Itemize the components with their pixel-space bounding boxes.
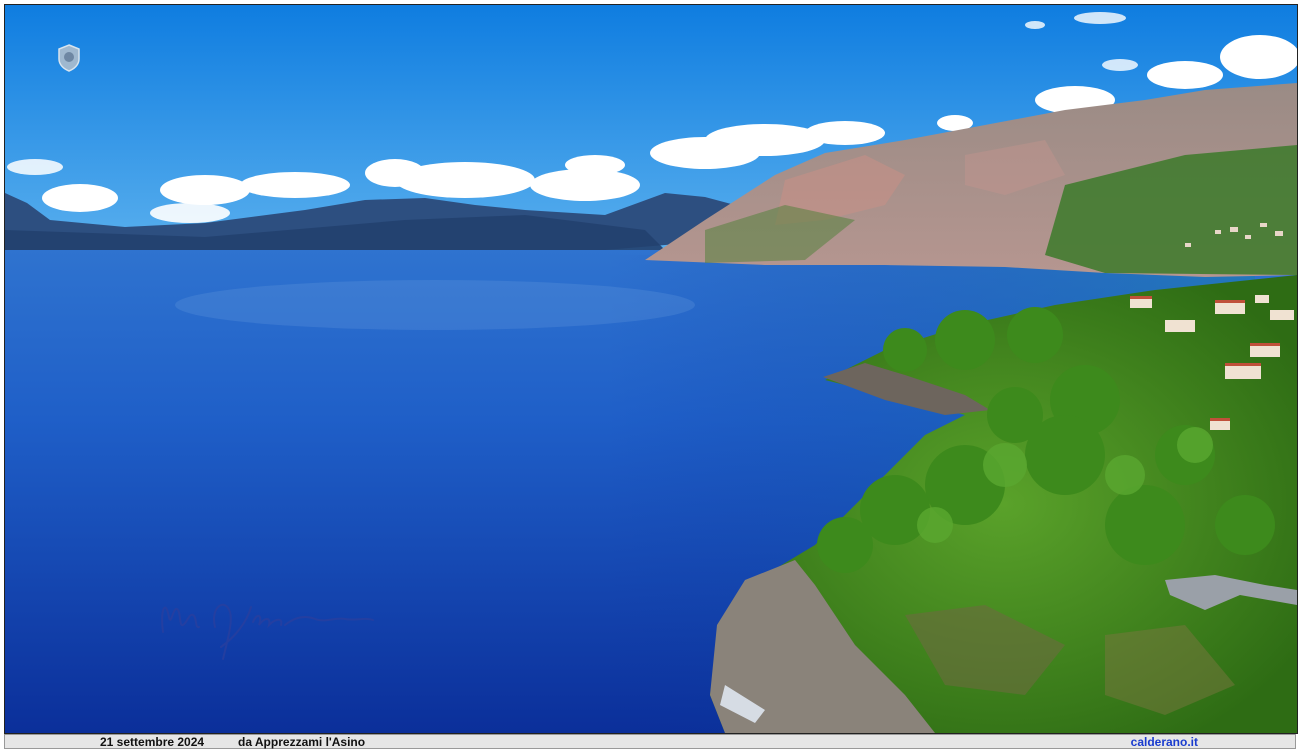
caption-date: 21 settembre 2024: [100, 735, 205, 749]
signature-watermark: [161, 603, 374, 660]
caption-bar: 21 settembre 2024 da Apprezzami l'Asino …: [4, 734, 1296, 749]
seal-logo: [58, 44, 80, 72]
caption-title: da Apprezzami l'Asino: [238, 735, 366, 749]
photo-frame: 21 settembre 2024 da Apprezzami l'Asino …: [0, 0, 1300, 751]
landscape-photo: [4, 4, 1298, 734]
site-link[interactable]: calderano.it: [1131, 735, 1198, 749]
